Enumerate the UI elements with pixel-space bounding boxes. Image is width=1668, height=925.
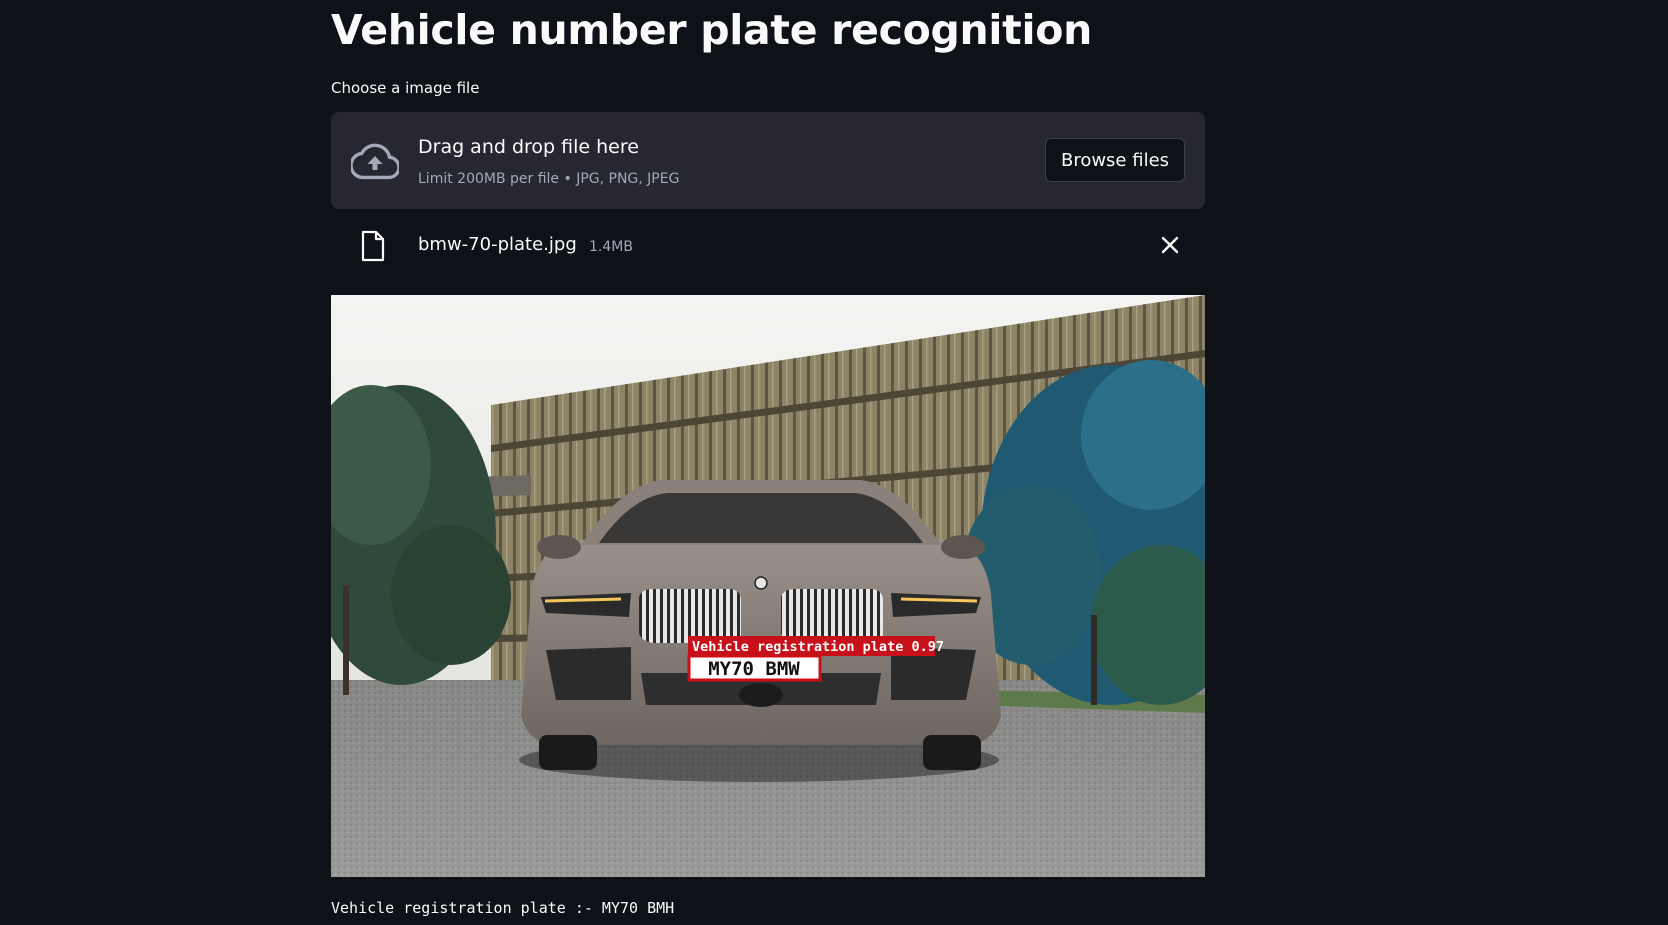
page-title: Vehicle number plate recognition bbox=[331, 6, 1092, 54]
file-icon bbox=[361, 230, 385, 262]
dropzone-title: Drag and drop file here bbox=[418, 136, 639, 158]
dropzone-limit-text: Limit 200MB per file • JPG, PNG, JPEG bbox=[418, 171, 680, 187]
plate-result-text: Vehicle registration plate :- MY70 BMH bbox=[331, 899, 675, 917]
car-photo: Vehicle registration plate 0.97 MY70 BMW bbox=[331, 295, 1205, 877]
browse-files-button[interactable]: Browse files bbox=[1045, 138, 1185, 182]
file-uploader-label: Choose a image file bbox=[331, 79, 480, 97]
close-icon[interactable] bbox=[1159, 234, 1181, 256]
detection-label-text: Vehicle registration plate 0.97 bbox=[692, 639, 944, 655]
plate-text-on-image: MY70 BMW bbox=[708, 658, 800, 680]
uploaded-file-row: bmw-70-plate.jpg 1.4MB bbox=[331, 222, 1205, 270]
uploaded-file-size: 1.4MB bbox=[589, 239, 633, 255]
detection-result-image: Vehicle registration plate 0.97 MY70 BMW bbox=[331, 295, 1205, 877]
file-dropzone[interactable]: Drag and drop file here Limit 200MB per … bbox=[331, 112, 1205, 209]
cloud-upload-icon bbox=[351, 143, 399, 180]
uploaded-file-name: bmw-70-plate.jpg bbox=[418, 234, 577, 255]
